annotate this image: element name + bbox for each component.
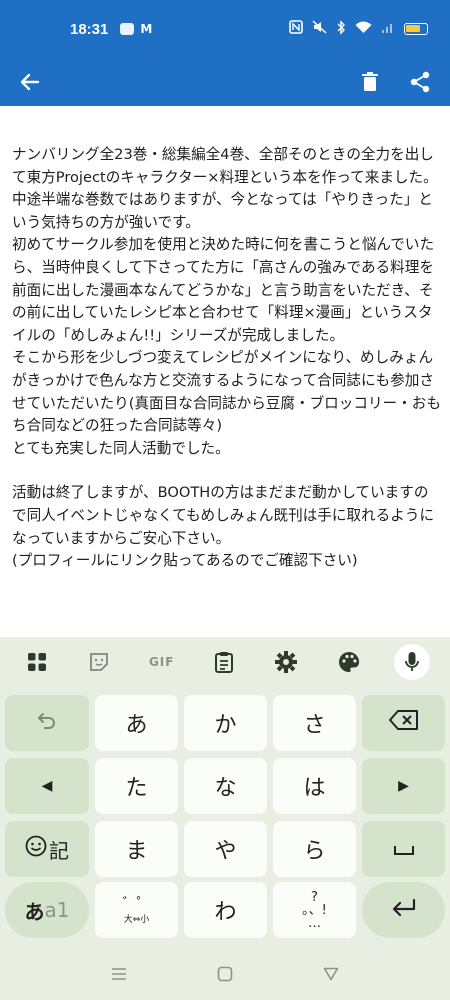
sticker-icon[interactable] xyxy=(82,645,116,679)
back-triangle-icon[interactable] xyxy=(319,962,343,986)
enter-key[interactable] xyxy=(362,882,445,938)
emoji-key-label: 記 xyxy=(49,838,69,863)
wifi-icon xyxy=(355,21,372,38)
battery-icon xyxy=(404,23,428,35)
app-toolbar xyxy=(0,58,450,106)
key-a[interactable]: あ xyxy=(95,695,178,751)
apps-grid-icon[interactable] xyxy=(20,645,54,679)
menu-icon[interactable] xyxy=(107,962,131,986)
mode-alnum-label: a1 xyxy=(44,898,70,922)
system-nav-bar xyxy=(0,948,450,1000)
settings-gear-icon[interactable] xyxy=(269,645,303,679)
backspace-icon xyxy=(388,710,419,736)
palette-icon[interactable] xyxy=(332,645,366,679)
input-mode-key[interactable]: あ a1 xyxy=(5,882,89,938)
key-ha[interactable]: は xyxy=(273,758,356,814)
punct-question-label: ? xyxy=(311,889,318,905)
gif-button[interactable]: GIF xyxy=(145,645,179,679)
cursor-right-key[interactable]: ▶ xyxy=(362,758,445,814)
mode-kana-label: あ xyxy=(24,899,45,924)
home-icon[interactable] xyxy=(213,962,237,986)
key-ta[interactable]: た xyxy=(95,758,178,814)
key-wa[interactable]: わ xyxy=(184,882,267,938)
clipboard-icon[interactable] xyxy=(207,645,241,679)
dakuten-label: ゛゜ xyxy=(122,895,151,912)
key-ma[interactable]: ま xyxy=(95,821,178,877)
undo-key[interactable] xyxy=(5,695,89,751)
punct-ellipsis-label: … xyxy=(308,915,321,931)
key-sa[interactable]: さ xyxy=(273,695,356,751)
arrow-left-icon[interactable] xyxy=(12,64,48,100)
enter-icon xyxy=(392,898,416,923)
note-paragraph: 活動は終了しますが、BOOTHの方はまだまだ動かしていますので同人イベントじゃな… xyxy=(12,484,435,570)
keyboard-toolbar: GIF xyxy=(0,637,450,687)
undo-icon xyxy=(37,711,57,736)
key-ka[interactable]: か xyxy=(184,695,267,751)
cloud-app-icon xyxy=(120,23,135,35)
key-na[interactable]: な xyxy=(184,758,267,814)
space-icon xyxy=(393,837,414,862)
punctuation-key[interactable]: ? 。、! … xyxy=(273,882,356,938)
emoji-symbol-key[interactable]: 記 xyxy=(5,821,89,877)
microphone-icon[interactable] xyxy=(393,644,430,680)
key-ra[interactable]: ら xyxy=(273,821,356,877)
dakuten-key[interactable]: ゛゜ 大⇔小 xyxy=(95,882,178,938)
trash-icon[interactable] xyxy=(352,64,388,100)
status-bar: 18:31 M xyxy=(0,0,450,58)
note-paragraph: ナンバリング全23巻・総集編全4巻、全部そのときの全力を出して東方Project… xyxy=(12,146,441,457)
share-icon[interactable] xyxy=(402,64,438,100)
nfc-icon xyxy=(289,20,303,38)
status-time: 18:31 xyxy=(70,20,109,38)
keyboard: GIF あ か さ ◀ た な は ▶ 記 ま や ら あ a1 ゛゜ 大⇔小 … xyxy=(0,637,450,1000)
space-key[interactable] xyxy=(362,821,445,877)
mute-icon xyxy=(312,20,327,38)
gmail-icon: M xyxy=(140,22,153,36)
key-ya[interactable]: や xyxy=(184,821,267,877)
emoji-icon xyxy=(25,835,47,863)
punct-marks-label: 。、! xyxy=(302,902,327,918)
backspace-key[interactable] xyxy=(362,695,445,751)
bluetooth-icon xyxy=(336,19,346,39)
cursor-left-key[interactable]: ◀ xyxy=(5,758,89,814)
size-toggle-label: 大⇔小 xyxy=(123,914,150,925)
signal-icon xyxy=(381,21,395,38)
note-text-area[interactable]: ナンバリング全23巻・総集編全4巻、全部そのときの全力を出して東方Project… xyxy=(12,144,442,573)
